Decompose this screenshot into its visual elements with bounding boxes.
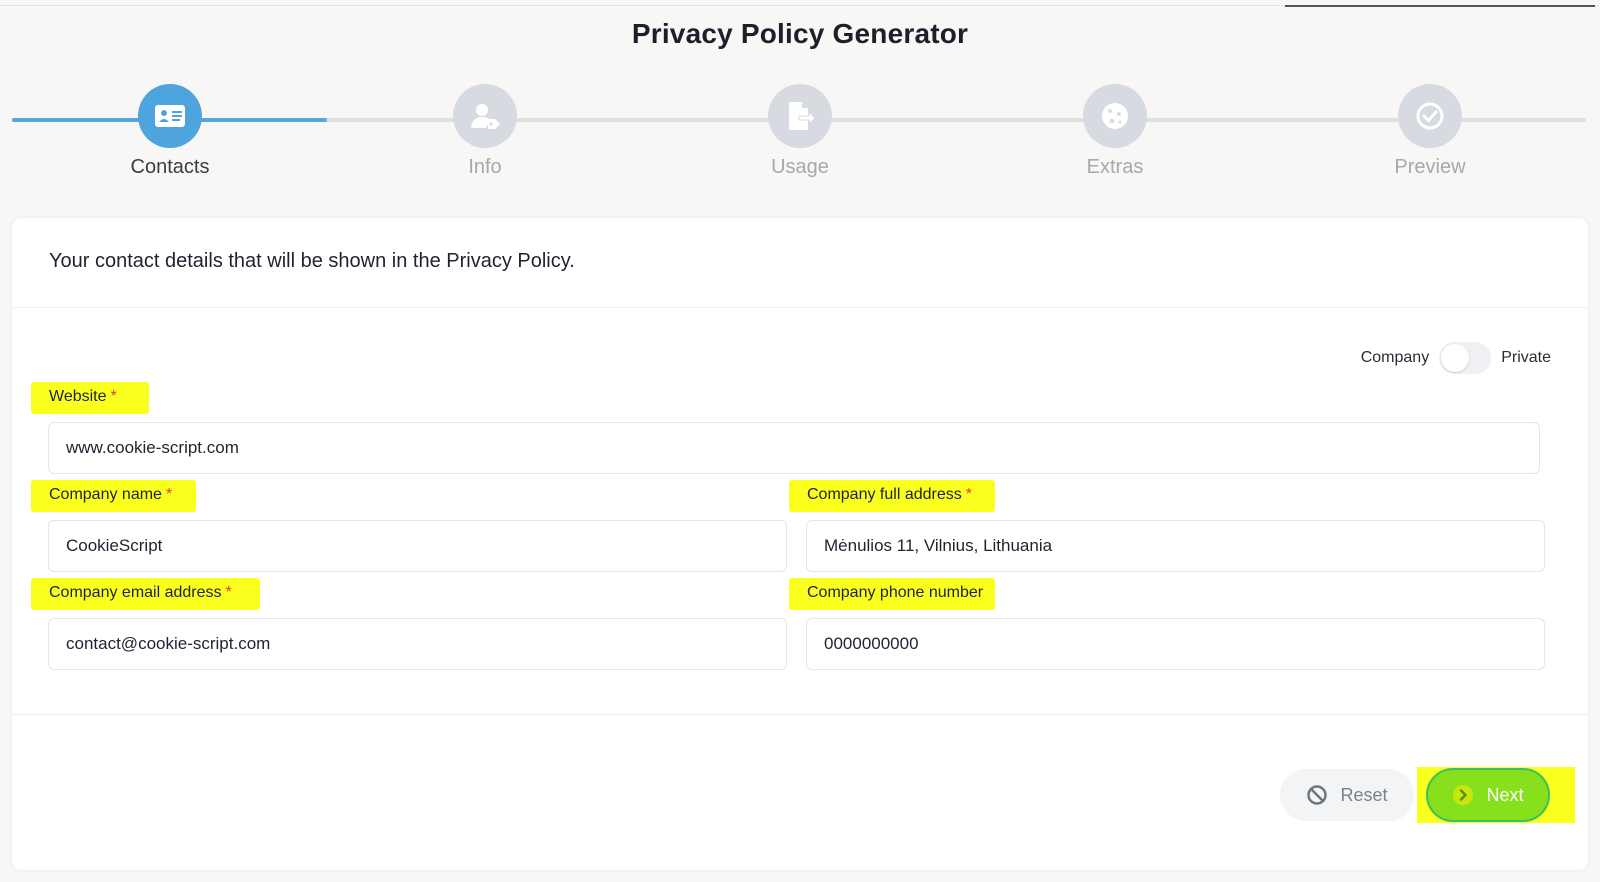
step-label: Preview bbox=[1394, 156, 1466, 178]
form-heading: Your contact details that will be shown … bbox=[49, 250, 575, 272]
company-name-label: Company name * bbox=[49, 486, 173, 503]
file-export-icon bbox=[768, 84, 832, 148]
company-email-input[interactable] bbox=[48, 618, 787, 670]
company-phone-input[interactable] bbox=[806, 618, 1545, 670]
ban-icon bbox=[1307, 785, 1328, 805]
company-email-label: Company email address * bbox=[49, 584, 232, 601]
user-tag-icon bbox=[453, 84, 517, 148]
toggle-label-company: Company bbox=[1360, 349, 1430, 366]
step-info[interactable]: Info bbox=[415, 84, 555, 179]
check-circle-icon bbox=[1398, 84, 1462, 148]
company-address-input[interactable] bbox=[806, 520, 1545, 572]
actions-divider bbox=[12, 714, 1588, 715]
page-title: Privacy Policy Generator bbox=[631, 18, 969, 49]
required-mark: * bbox=[965, 486, 972, 503]
required-mark: * bbox=[110, 388, 117, 405]
heading-divider bbox=[12, 307, 1588, 308]
step-extras[interactable]: Extras bbox=[1045, 84, 1185, 179]
cookie-icon bbox=[1083, 84, 1147, 148]
reset-button-label: Reset bbox=[1340, 784, 1388, 805]
website-input[interactable] bbox=[48, 422, 1540, 474]
step-usage[interactable]: Usage bbox=[730, 84, 870, 179]
contacts-form-card: Your contact details that will be shown … bbox=[12, 218, 1588, 870]
website-label: Website * bbox=[49, 388, 117, 405]
top-rule-accent bbox=[1285, 5, 1595, 7]
required-mark: * bbox=[225, 584, 232, 601]
company-phone-label: Company phone number bbox=[807, 584, 984, 601]
toggle-label-private: Private bbox=[1501, 349, 1551, 366]
step-preview[interactable]: Preview bbox=[1360, 84, 1500, 179]
entity-type-toggle-group: Company Private bbox=[1361, 342, 1551, 374]
chevron-right-circle-icon bbox=[1453, 785, 1474, 805]
step-contacts[interactable]: Contacts bbox=[100, 84, 240, 179]
required-mark: * bbox=[165, 486, 173, 503]
contact-card-icon bbox=[138, 84, 202, 148]
next-button[interactable]: Next bbox=[1426, 768, 1550, 822]
toggle-knob bbox=[1441, 344, 1470, 372]
step-label: Extras bbox=[1086, 156, 1144, 178]
next-button-label: Next bbox=[1486, 784, 1524, 805]
company-name-input[interactable] bbox=[48, 520, 787, 572]
step-label: Usage bbox=[771, 156, 829, 178]
company-address-label: Company full address * bbox=[807, 486, 972, 503]
reset-button[interactable]: Reset bbox=[1280, 769, 1414, 821]
step-label: Info bbox=[468, 156, 502, 178]
step-label: Contacts bbox=[130, 156, 210, 178]
company-private-toggle[interactable] bbox=[1439, 342, 1492, 374]
